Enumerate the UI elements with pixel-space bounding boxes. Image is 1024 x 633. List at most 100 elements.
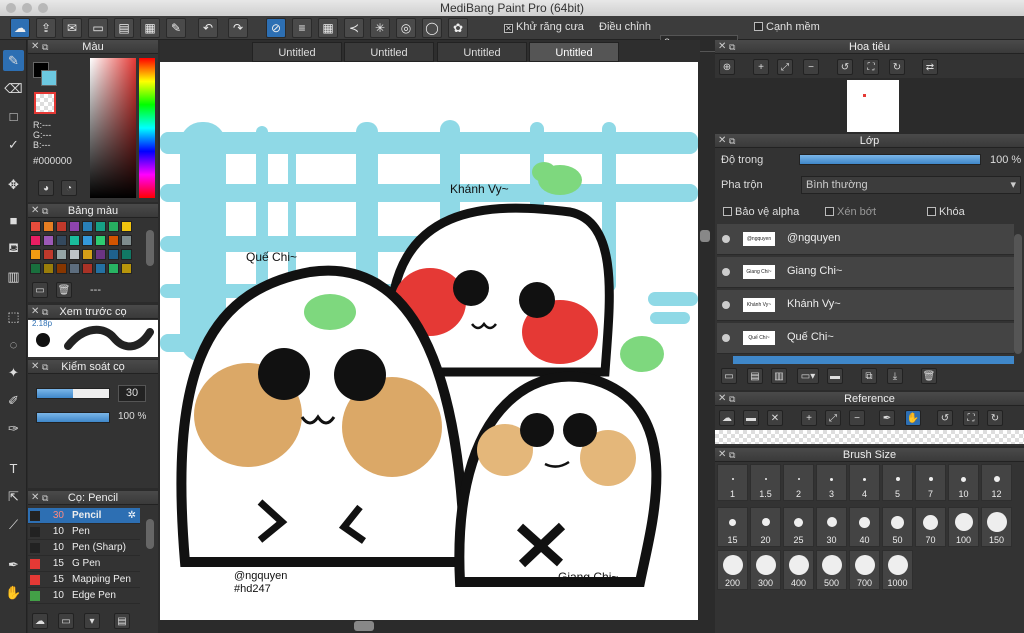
canvas-horizontal-scrollbar[interactable] [160,620,698,633]
layer-row[interactable]: Giang Chi~ Giang Chi~ [717,257,1014,288]
add-layer-menu-icon[interactable]: ▭▾ [797,368,819,384]
size-slider[interactable] [36,388,110,399]
palette-swatch[interactable] [82,263,93,274]
zoom-out-icon[interactable]: − [803,59,819,75]
rotate-left-icon[interactable]: ↺ [837,59,853,75]
window-minimize-button[interactable] [22,3,32,13]
palette-swatch[interactable] [108,263,119,274]
brush-size-option[interactable]: 4 [849,464,880,501]
eye-icon[interactable] [722,235,730,243]
popout-icon[interactable]: ⧉ [729,392,735,406]
palette-swatch[interactable] [69,235,80,246]
actual-size-icon[interactable]: ⤢ [777,59,793,75]
palette-swatch[interactable] [30,221,41,232]
palette-swatch[interactable] [30,235,41,246]
palette-swatch[interactable] [121,249,132,260]
brush-size-option[interactable]: 300 [750,550,781,590]
zoom-fit-icon[interactable]: ⊕ [719,59,735,75]
brush-size-option[interactable]: 30 [816,507,847,547]
radial-line-icon[interactable]: ✳ [370,18,390,38]
palette-swatch[interactable] [43,235,54,246]
eyedropper-tool-icon[interactable]: ✒ [3,554,24,575]
layer-scrollbar[interactable] [1014,234,1022,354]
new-halftone-layer-icon[interactable]: ▤ [747,368,763,384]
brush-size-option[interactable]: 15 [717,507,748,547]
delete-layer-icon[interactable]: 🗑 [921,368,937,384]
eraser-tool-icon[interactable]: ⌫ [3,78,24,99]
brush-item[interactable]: 10 Pen [28,524,140,540]
duplicate-layer-icon[interactable]: ⧉ [861,368,877,384]
protect-alpha-checkbox[interactable]: Bảo vệ alpha [723,206,799,218]
palette-swatch[interactable] [108,235,119,246]
palette-swatch[interactable] [43,249,54,260]
document-icon[interactable]: ▤ [114,18,134,38]
brush-size-option[interactable]: 100 [948,507,979,547]
antialias-checkbox[interactable]: ✕ Khử răng cưa [504,21,584,33]
palette-swatch[interactable] [69,263,80,274]
brush-size-option[interactable]: 12 [981,464,1012,501]
delete-palette-icon[interactable]: 🗑 [56,282,72,298]
comment-icon[interactable]: ▭ [88,18,108,38]
text-tool-icon[interactable]: T [3,458,24,479]
zoom-in-icon[interactable]: + [753,59,769,75]
lasso-tool-icon[interactable]: ◌ [3,334,24,355]
palette-swatch[interactable] [82,235,93,246]
close-icon[interactable]: ✕ [718,392,726,406]
select-tool-icon[interactable]: ⬚ [3,306,24,327]
brush-size-option[interactable]: 10 [948,464,979,501]
clipping-checkbox[interactable]: Xén bớt [825,206,876,218]
popout-icon[interactable]: ⧉ [42,360,48,374]
palette-swatch[interactable] [69,249,80,260]
palette-swatch[interactable] [56,263,67,274]
brush-size-option[interactable]: 3 [816,464,847,501]
new-bit-layer-icon[interactable]: ▥ [771,368,787,384]
popout-icon[interactable]: ⧉ [42,40,48,54]
palette-swatch[interactable] [56,235,67,246]
close-icon[interactable]: ✕ [718,448,726,462]
canvas-vertical-scrollbar[interactable] [698,62,712,620]
settings-snap-icon[interactable]: ✿ [448,18,468,38]
palette-swatch[interactable] [82,249,93,260]
hand-tool-icon[interactable]: ✋ [3,582,24,603]
palette-swatch[interactable] [121,221,132,232]
brush-size-option[interactable]: 500 [816,550,847,590]
close-icon[interactable]: ✕ [31,360,39,374]
ref-eyedropper-icon[interactable]: ✒ [879,410,895,426]
brush-size-option[interactable]: 1000 [882,550,913,590]
brush-size-option[interactable]: 150 [981,507,1012,547]
tab-untitled-2[interactable]: Untitled [344,42,434,62]
color-wheel-icon[interactable]: ◔ [61,180,77,196]
brush-size-option[interactable]: 5 [882,464,913,501]
gear-icon[interactable]: ✲ [128,508,136,523]
ref-fit-icon[interactable]: ⤢ [825,410,841,426]
cloud-icon[interactable]: ☁ [10,18,30,38]
folder-icon[interactable]: ▬ [827,368,843,384]
edit-list-icon[interactable]: ✎ [166,18,186,38]
brush-size-option[interactable]: 1 [717,464,748,501]
transparent-color[interactable] [34,92,56,114]
divide-tool-icon[interactable]: ⟋ [3,514,24,535]
popout-icon[interactable]: ⧉ [42,491,48,505]
palette-swatch[interactable] [95,249,106,260]
chat-icon[interactable]: ✉ [62,18,82,38]
palette-swatch[interactable] [43,221,54,232]
radial-snap-icon[interactable]: ≺ [344,18,364,38]
close-reference-icon[interactable]: ✕ [767,410,783,426]
move-tool-icon[interactable]: ✥ [3,174,24,195]
brush-size-option[interactable]: 700 [849,550,880,590]
blend-select[interactable]: Bình thường ▾ [801,176,1021,194]
share-icon[interactable]: ⇪ [36,18,56,38]
window-close-button[interactable] [6,3,16,13]
horizontal-scroll-thumb[interactable] [354,621,374,631]
flip-icon[interactable]: ⇄ [922,59,938,75]
rotate-right-icon[interactable]: ↻ [889,59,905,75]
new-layer-icon[interactable]: ▭ [721,368,737,384]
layer-row[interactable]: @ngquyen #hd247 @ngquyen [717,224,1014,255]
lock-checkbox[interactable]: Khóa [927,206,965,218]
drawing-canvas[interactable]: Quế Chi~ Khánh Vy~ Giang Chi~ @ngquyen #… [160,62,698,620]
tab-untitled-4[interactable]: Untitled [529,42,619,62]
vertical-scroll-thumb[interactable] [700,230,710,242]
grid-list-icon[interactable]: ▦ [140,18,160,38]
brush-menu-icon[interactable]: ▾ [84,613,100,629]
close-icon[interactable]: ✕ [31,204,39,218]
